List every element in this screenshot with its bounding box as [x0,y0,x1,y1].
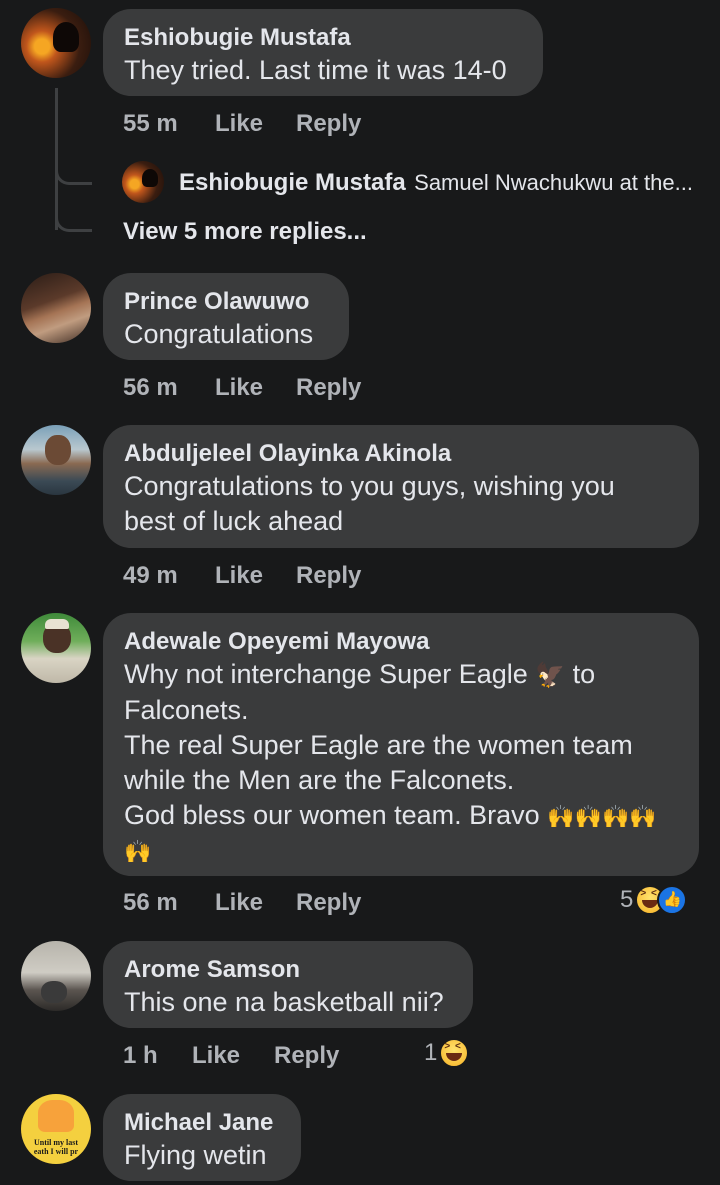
comment-actions: 56 m Like Reply [123,888,423,918]
comment-bubble[interactable]: Prince Olawuwo Congratulations [103,273,349,360]
comment-bubble[interactable]: Eshiobugie Mustafa They tried. Last time… [103,9,543,96]
reply-button[interactable]: Reply [296,109,361,139]
comment-actions: 1 h Like Reply [123,1041,423,1071]
comment-time: 56 m [123,889,178,916]
avatar[interactable] [21,941,91,1011]
comment-text: Falconets. [124,695,249,725]
comment-time: 55 m [123,110,178,137]
comment-bubble[interactable]: Abduljeleel Olayinka Akinola Congratulat… [103,425,699,548]
comment-text: God bless our women team. Bravo 🙌🙌🙌🙌 [124,800,657,830]
comment-text: Why not interchange Super Eagle 🦅 to [124,659,596,689]
thread-branch [55,205,92,232]
avatar[interactable] [21,425,91,495]
reaction-summary[interactable]: 1 [424,1038,470,1068]
comment-text: This one na basketball nii? [124,987,444,1017]
comment-time: 1 h [123,1042,158,1069]
reaction-count: 5 [620,886,634,913]
like-button[interactable]: Like [215,109,263,139]
thread-branch [55,158,92,185]
commenter-name[interactable]: Arome Samson [124,955,453,985]
like-button[interactable]: Like [215,373,263,403]
comment-text: while the Men are the Falconets. [124,765,515,795]
comment-actions: 49 m Like Reply [123,561,423,591]
like-button[interactable]: Like [215,561,263,591]
avatar[interactable] [21,273,91,343]
commenter-name[interactable]: Abduljeleel Olayinka Akinola [124,439,679,469]
comment-text: They tried. Last time it was 14-0 [124,55,507,85]
avatar[interactable] [21,613,91,683]
comment-actions: 56 m Like Reply [123,373,423,403]
haha-reaction-icon [439,1038,470,1068]
comment-bubble[interactable]: Michael Jane Flying wetin [103,1094,301,1181]
comment-text: Flying wetin [124,1140,267,1170]
reaction-count: 1 [424,1039,438,1066]
comment-time: 56 m [123,374,178,401]
commenter-name[interactable]: Adewale Opeyemi Mayowa [124,627,679,657]
raised-hands-emoji: 🙌 [124,839,152,864]
like-button[interactable]: Like [192,1041,240,1071]
commenter-name[interactable]: Michael Jane [124,1108,281,1138]
raised-hands-emoji: 🙌🙌🙌🙌 [547,804,657,829]
reply-preview[interactable]: Eshiobugie Mustafa Samuel Nwachukwu at t… [179,168,693,198]
reply-author[interactable]: Eshiobugie Mustafa [179,169,406,196]
reply-avatar[interactable] [122,161,164,203]
reply-button[interactable]: Reply [274,1041,339,1071]
comment-text: best of luck ahead [124,506,344,536]
view-more-replies[interactable]: View 5 more replies... [123,217,367,247]
commenter-name[interactable]: Eshiobugie Mustafa [124,23,523,53]
like-button[interactable]: Like [215,888,263,918]
commenter-name[interactable]: Prince Olawuwo [124,287,329,317]
avatar[interactable] [21,8,91,78]
avatar-caption: Until my last eath I will pr [33,1138,79,1156]
comment-bubble[interactable]: Adewale Opeyemi Mayowa Why not interchan… [103,613,699,876]
avatar[interactable]: Until my last eath I will pr [21,1094,91,1164]
reply-button[interactable]: Reply [296,561,361,591]
eagle-emoji: 🦅 [535,662,566,689]
reply-button[interactable]: Reply [296,373,361,403]
comment-text: Congratulations [124,319,314,349]
comment-text: The real Super Eagle are the women team [124,730,633,760]
comment-actions: 55 m Like Reply [123,109,423,139]
like-reaction-icon [657,885,688,915]
reaction-summary[interactable]: 5 [620,885,688,915]
comment-time: 49 m [123,562,178,589]
comment-bubble[interactable]: Arome Samson This one na basketball nii? [103,941,473,1028]
reply-snippet: Samuel Nwachukwu at the... [414,170,693,195]
comment-text: Congratulations to you guys, wishing you [124,471,615,501]
reply-button[interactable]: Reply [296,888,361,918]
